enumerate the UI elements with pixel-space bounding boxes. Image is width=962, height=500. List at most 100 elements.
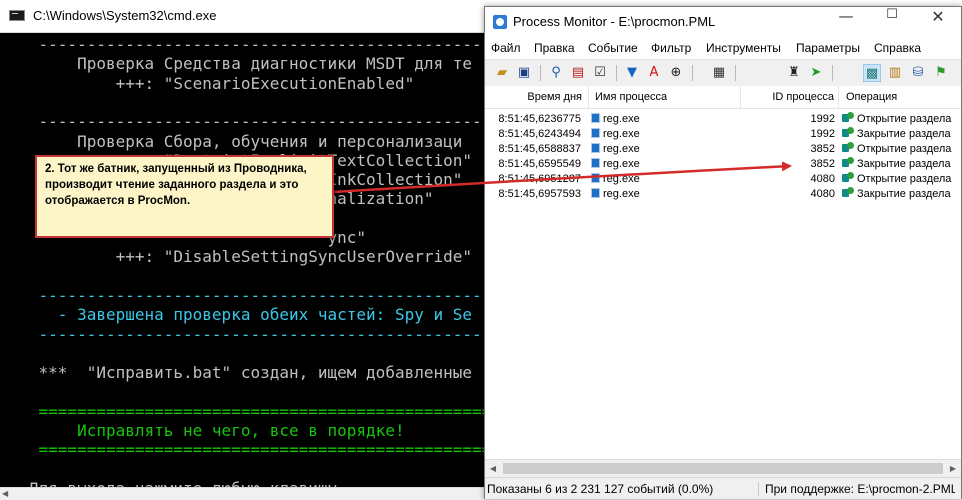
registry-operation-icon [842,187,855,199]
console-line: Исправлять не чего, все в порядке! [0,421,405,440]
process-activity-icon[interactable]: ⚑ [932,64,950,82]
registry-operation-icon [842,172,855,184]
cell-pid: 1992 [810,128,835,140]
cmd-window-title: C:\Windows\System32\cmd.exe [33,8,217,23]
menu-help[interactable]: Справка [874,41,921,55]
procmon-statusbar: Показаны 6 из 2 231 127 событий (0.0%) П… [485,477,961,499]
jump-icon[interactable]: ➤ [807,64,825,82]
cell-process: reg.exe [591,157,741,172]
maximize-button[interactable]: ☐ [869,7,915,37]
autoscroll-icon[interactable]: ☑ [591,64,609,82]
table-row[interactable]: 8:51:45,6951287 reg.exe 4080 Открытие разде… [485,172,961,187]
procmon-window[interactable]: Process Monitor - E:\procmon.PML — ☐ ✕ Ф… [484,6,962,499]
cell-operation: Открытие раздела [842,112,961,127]
cell-operation: Закрытие раздела [842,187,961,202]
cell-pid: 1992 [810,113,835,125]
cell-process: reg.exe [591,127,741,142]
save-icon[interactable]: ▣ [515,64,533,82]
filesystem-icon[interactable]: ▥ [886,64,904,82]
menu-edit[interactable]: Правка [534,41,575,55]
callout-text: 2. Тот же батник, запущенный из Проводни… [45,163,307,207]
procmon-window-title: Process Monitor - E:\procmon.PML [513,14,716,29]
registry-operation-icon [842,157,855,169]
open-icon[interactable]: ▰ [493,64,511,82]
registry-icon[interactable]: ▩ [863,64,881,82]
cell-process: reg.exe [591,142,741,157]
cell-pid: 3852 [810,158,835,170]
column-header-pid[interactable]: ID процесса [741,86,839,108]
annotation-callout: 2. Тот же батник, запущенный из Проводни… [35,155,334,238]
cell-time: 8:51:45,6595549 [498,158,581,170]
process-name: reg.exe [603,128,640,140]
toolbar-separator [832,65,833,81]
event-list[interactable]: Время дня Имя процесса ID процесса Опера… [485,86,961,458]
console-line: +++: "ScenarioExecutionEnabled" [0,73,415,93]
menu-options[interactable]: Параметры [796,41,860,55]
scrollbar-thumb[interactable] [503,463,943,474]
operation-name: Закрытие раздела [857,188,951,200]
registry-operation-icon [842,127,855,139]
cell-time: 8:51:45,6236775 [498,113,581,125]
console-line: - Завершена проверка обеих частей: Spy и… [0,305,473,325]
filter-icon[interactable]: ▼ [623,64,641,82]
status-event-count: Показаны 6 из 2 231 127 событий (0.0%) [487,482,714,496]
procmon-menubar: Файл Правка Событие Фильтр Инструменты П… [485,38,961,58]
minimize-button[interactable]: — [823,7,869,37]
process-icon [591,188,600,198]
cell-operation: Закрытие раздела [842,127,961,142]
table-row[interactable]: 8:51:45,6236775 reg.exe 1992 Открытие разде… [485,112,961,127]
column-header-time[interactable]: Время дня [485,86,589,108]
table-row[interactable]: 8:51:45,6588837 reg.exe 3852 Открытие разде… [485,142,961,157]
table-row[interactable]: 8:51:45,6243494 reg.exe 1992 Закрытие разде… [485,127,961,142]
process-name: reg.exe [603,143,640,155]
registry-operation-icon [842,142,855,154]
table-row[interactable]: 8:51:45,6957593 reg.exe 4080 Закрытие разде… [485,187,961,202]
menu-file[interactable]: Файл [491,41,521,55]
status-backing-file: При поддержке: E:\procmon-2.PML [758,482,955,496]
cell-time: 8:51:45,6957593 [498,188,581,200]
table-row[interactable]: 8:51:45,6595549 reg.exe 3852 Закрытие разде… [485,157,961,172]
process-icon [591,128,600,138]
operation-name: Открытие раздела [857,143,952,155]
scroll-left-arrow-icon[interactable]: ◀ [485,460,501,477]
cell-pid: 3852 [810,143,835,155]
highlight-icon[interactable]: A [645,64,663,82]
menu-tools[interactable]: Инструменты [706,41,781,55]
tree-icon[interactable]: ▦ [710,64,728,82]
operation-name: Открытие раздела [857,113,952,125]
procmon-app-icon [493,15,507,29]
process-icon [591,143,600,153]
cell-process: reg.exe [591,112,741,127]
process-icon [591,158,600,168]
find-icon[interactable]: ♜ [785,64,803,82]
process-icon [591,173,600,183]
toolbar-separator [540,65,541,81]
console-line: +++: "DisableSettingSyncUserOverride" [0,247,473,267]
procmon-horizontal-scrollbar[interactable]: ◀ ▶ [485,459,961,477]
cell-process: reg.exe [591,172,741,187]
toolbar-separator [692,65,693,81]
target-icon[interactable]: ⊕ [667,64,685,82]
operation-name: Закрытие раздела [857,158,951,170]
cell-time: 8:51:45,6243494 [498,128,581,140]
magnify-icon[interactable]: ⚲ [547,64,565,82]
scroll-left-arrow-icon[interactable]: ◀ [2,489,8,498]
console-line: Проверка Сбора, обучения и персонализаци [0,131,463,151]
capture-icon[interactable]: ▤ [569,64,587,82]
procmon-titlebar[interactable]: Process Monitor - E:\procmon.PML — ☐ ✕ [485,7,961,37]
event-list-header: Время дня Имя процесса ID процесса Опера… [485,86,961,109]
close-button[interactable]: ✕ [915,7,961,37]
menu-event[interactable]: Событие [588,41,638,55]
scroll-right-arrow-icon[interactable]: ▶ [945,460,961,477]
process-name: reg.exe [603,113,640,125]
network-icon[interactable]: ⛁ [909,64,927,82]
column-header-process[interactable]: Имя процесса [589,86,741,108]
cmd-app-icon [9,10,25,21]
menu-filter[interactable]: Фильтр [651,41,691,55]
process-name: reg.exe [603,173,640,185]
console-line: Проверка Средства диагностики MSDT для т… [0,54,473,74]
cell-time: 8:51:45,6588837 [498,143,581,155]
column-header-operation[interactable]: Операция [840,86,961,108]
toolbar-separator [735,65,736,81]
cell-operation: Закрытие раздела [842,157,961,172]
